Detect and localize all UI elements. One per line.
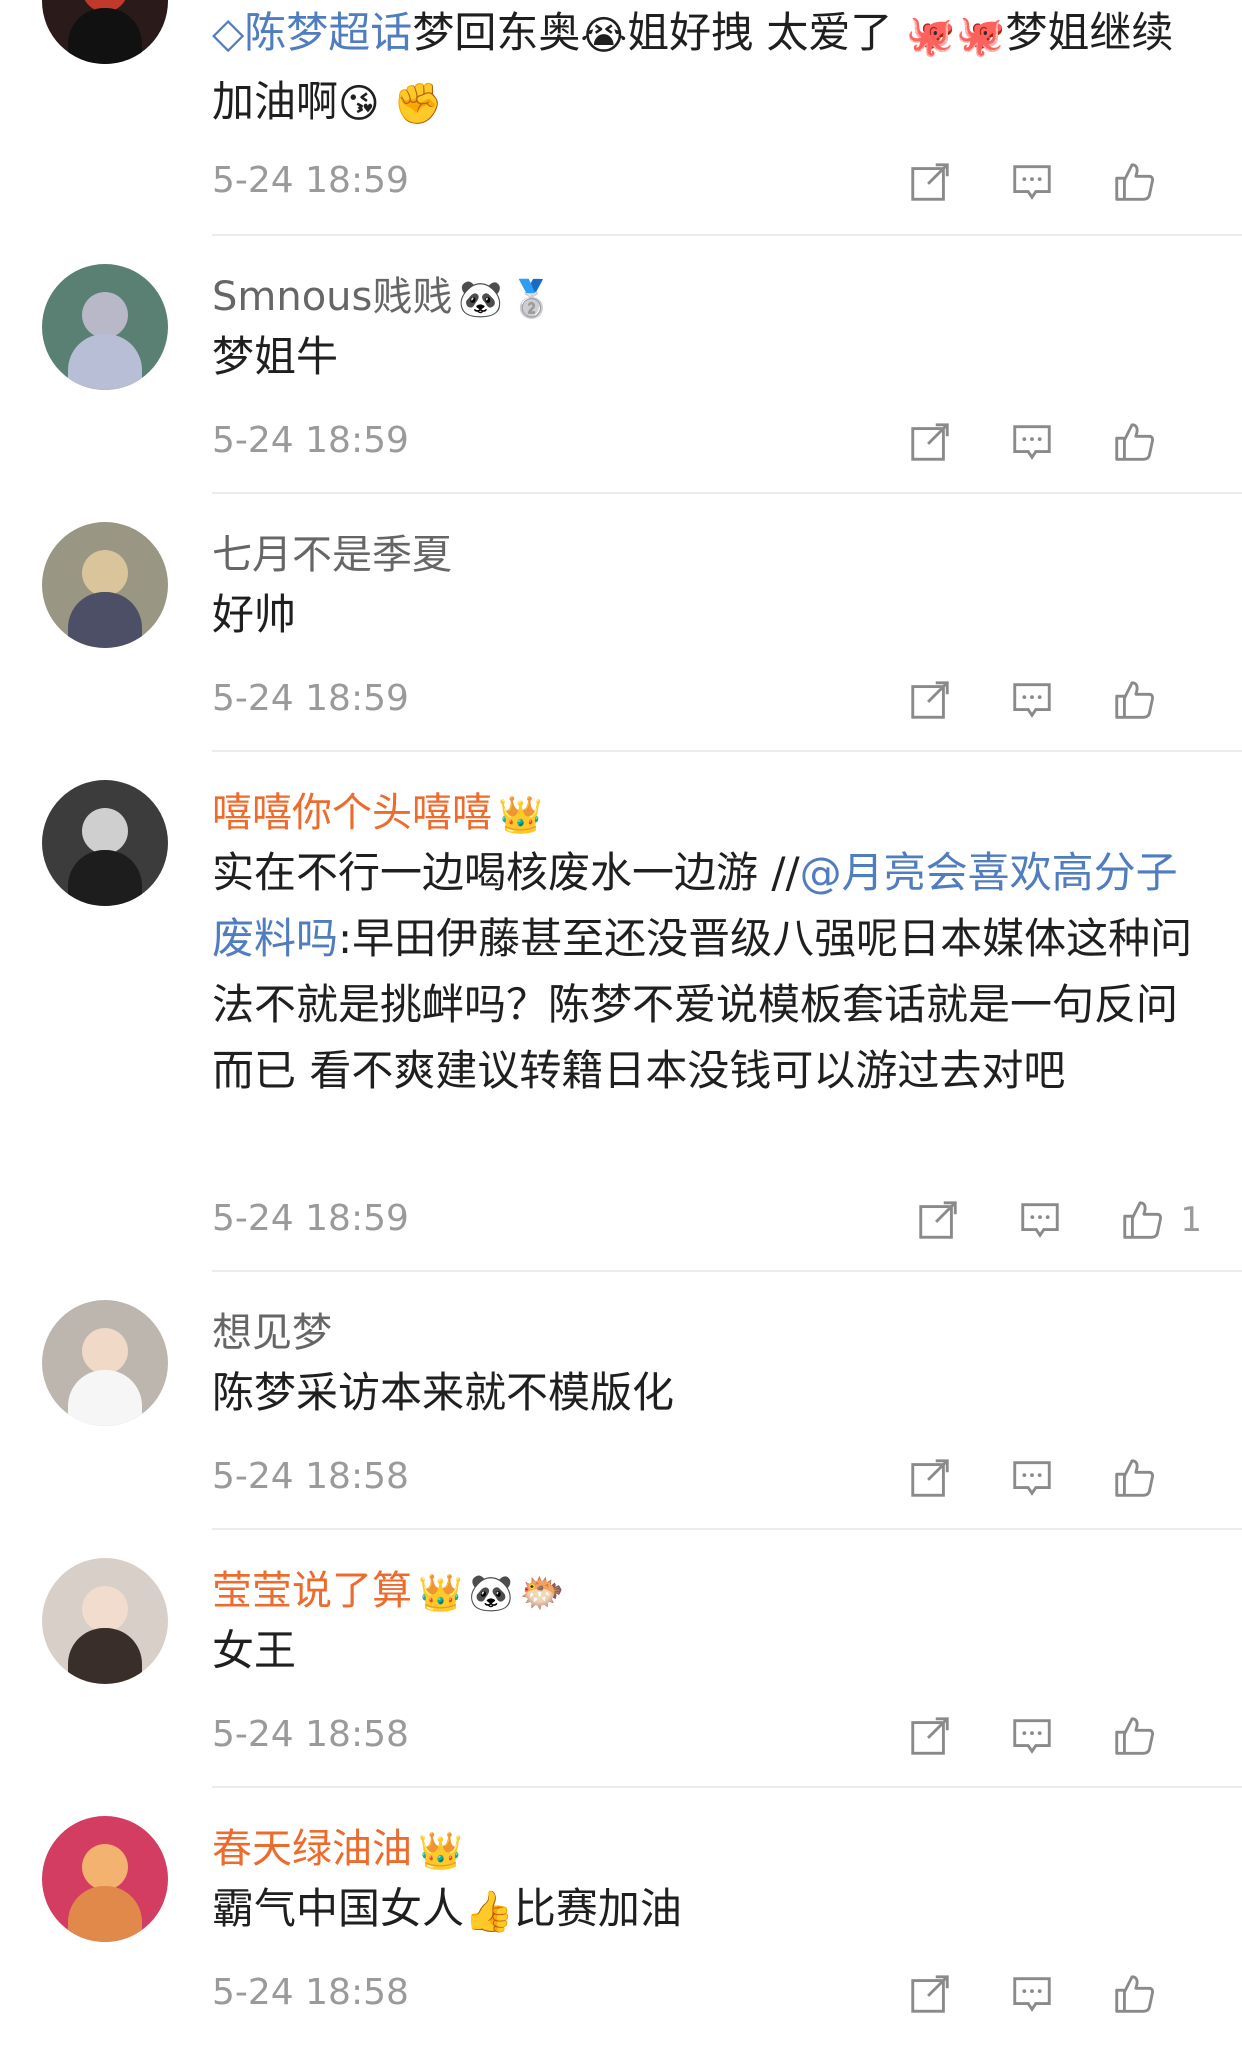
comment-button[interactable] (1002, 154, 1062, 210)
avatar[interactable] (42, 0, 168, 64)
comment-actions (858, 1448, 1172, 1508)
comment-feed: ◇陈梦超话梦回东奥😭姐好拽 太爱了 🐙🐙梦姐继续加油啊😘 ✊ 5-24 18:5… (0, 0, 1242, 2055)
kiss-emoji-icon: 😘 (338, 81, 380, 127)
username[interactable]: 嘻嘻你个头嘻嘻 👑 (212, 780, 543, 838)
comment-icon (1013, 1719, 1051, 1754)
crown-badge-icon: 👑 (418, 1831, 463, 1872)
divider (212, 1528, 1242, 1530)
share-icon (911, 423, 949, 461)
like-icon (1115, 1975, 1154, 2013)
like-button[interactable] (1104, 1708, 1164, 1764)
comment-actions (858, 670, 1172, 730)
comment-time: 5-24 18:59 (212, 420, 409, 461)
username[interactable]: 想见梦 (212, 1300, 332, 1358)
comment-text: 好帅 (212, 590, 297, 639)
comment-text: 女王 (212, 1626, 297, 1675)
fist-emoji-icon: ✊ (393, 81, 443, 127)
panda-badge-icon: 🐼 (468, 1573, 514, 1614)
comment-button[interactable] (1002, 1450, 1062, 1506)
username[interactable]: 春天绿油油 👑 (212, 1816, 463, 1874)
comment-text: 实在不行一边喝核废水一边游 //@月亮会喜欢高分子废料吗:早田伊藤甚至还没晋级八… (212, 848, 1193, 1095)
comment-button[interactable] (1002, 1966, 1062, 2022)
share-button[interactable] (900, 154, 960, 210)
comment-text: 陈梦采访本来就不模版化 (212, 1368, 675, 1417)
medal-badge-icon: 🥈 (509, 279, 555, 320)
divider (212, 1270, 1242, 1272)
comment-button[interactable] (1010, 1192, 1070, 1248)
octopus-emoji-icon: 🐙 (905, 12, 956, 59)
share-button[interactable] (900, 1966, 960, 2022)
comment-text: ◇陈梦超话梦回东奥😭姐好拽 太爱了 🐙🐙梦姐继续加油啊😘 ✊ (212, 0, 1202, 137)
comment-button[interactable] (1002, 1708, 1062, 1764)
crown-badge-icon: 👑 (498, 795, 543, 836)
octopus-emoji-icon: 🐙 (955, 12, 1006, 59)
comment-icon (1013, 425, 1051, 460)
like-button[interactable] (1104, 1966, 1164, 2022)
avatar[interactable] (42, 1300, 168, 1426)
username[interactable]: 莹莹说了算 👑 🐼 🐡 (212, 1558, 564, 1616)
comment-time: 5-24 18:59 (212, 160, 409, 201)
share-icon (911, 1459, 949, 1497)
divider (212, 750, 1242, 752)
thumbs-up-emoji-icon: 👍 (464, 1888, 514, 1935)
comment-actions (858, 1706, 1172, 1766)
like-count: 1 (1180, 1200, 1202, 1240)
comment-icon (1013, 683, 1051, 718)
avatar[interactable] (42, 264, 168, 390)
comment-actions (858, 152, 1172, 212)
like-icon (1115, 423, 1154, 461)
avatar[interactable] (42, 1558, 168, 1684)
divider (212, 492, 1242, 494)
comment-actions (858, 1964, 1172, 2024)
divider (212, 1786, 1242, 1788)
like-icon (1115, 1717, 1154, 1755)
like-button[interactable] (1104, 1450, 1164, 1506)
comment-button[interactable] (1002, 672, 1062, 728)
share-button[interactable] (900, 1450, 960, 1506)
share-icon (911, 1717, 949, 1755)
comment-icon (1021, 1203, 1060, 1238)
share-button[interactable] (900, 1708, 960, 1764)
comment-button[interactable] (1002, 414, 1062, 470)
comment-text: 霸气中国女人👍比赛加油 (212, 1876, 1202, 1945)
comment-time: 5-24 18:58 (212, 1714, 409, 1755)
comment-time: 5-24 18:58 (212, 1972, 409, 2013)
like-icon (1115, 1459, 1154, 1497)
crying-emoji-icon: 😭 (580, 12, 628, 59)
comment-icon (1013, 1977, 1051, 2012)
like-icon (1115, 163, 1154, 201)
fish-badge-icon: 🐡 (519, 1573, 565, 1614)
username[interactable]: 七月不是季夏 (212, 522, 452, 580)
share-icon (919, 1201, 958, 1239)
like-icon (1123, 1201, 1163, 1239)
comment-time: 5-24 18:58 (212, 1456, 409, 1497)
avatar[interactable] (42, 1816, 168, 1942)
comment-time: 5-24 18:59 (212, 1198, 409, 1239)
share-icon (911, 681, 949, 719)
comment-icon (1013, 1461, 1051, 1496)
share-icon (911, 163, 949, 201)
comment-text: 梦姐牛 (212, 332, 339, 381)
comment-actions: 1 (866, 1190, 1202, 1250)
share-icon (911, 1975, 949, 2013)
like-button[interactable] (1112, 1192, 1172, 1248)
panda-badge-icon: 🐼 (458, 279, 504, 320)
like-button[interactable] (1104, 414, 1164, 470)
like-button[interactable] (1104, 672, 1164, 728)
share-button[interactable] (900, 414, 960, 470)
username[interactable]: Smnous贱贱 🐼 🥈 (212, 264, 554, 322)
crown-badge-icon: 👑 (418, 1573, 463, 1614)
like-button[interactable] (1104, 154, 1164, 210)
comment-icon (1013, 165, 1051, 200)
share-button[interactable] (900, 672, 960, 728)
comment-time: 5-24 18:59 (212, 678, 409, 719)
share-button[interactable] (908, 1192, 968, 1248)
avatar[interactable] (42, 780, 168, 906)
divider (212, 234, 1242, 236)
avatar[interactable] (42, 522, 168, 648)
comment-actions (858, 412, 1172, 472)
like-icon (1115, 681, 1154, 719)
topic-link[interactable]: ◇陈梦超话 (212, 8, 412, 57)
